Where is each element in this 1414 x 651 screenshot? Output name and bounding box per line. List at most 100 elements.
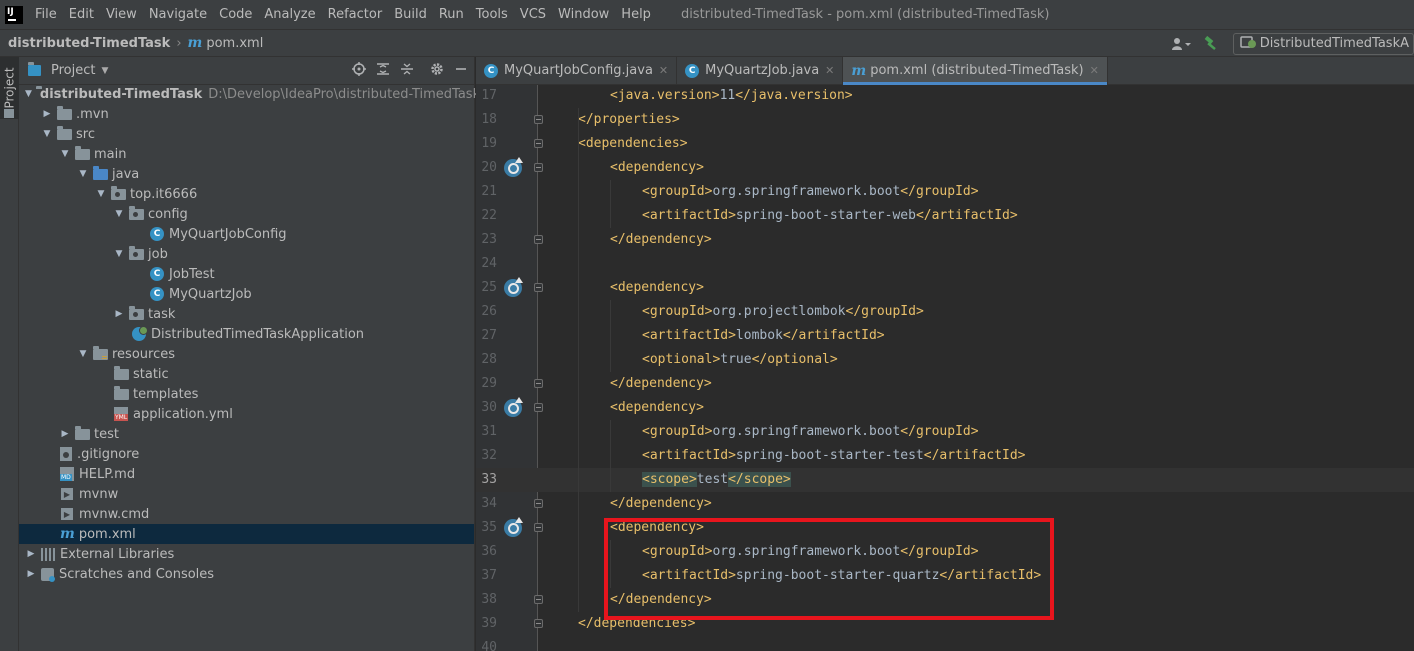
collapse-all-icon[interactable] xyxy=(400,62,414,80)
menu-vcs[interactable]: VCS xyxy=(514,0,552,29)
tree-item-mvnw-cmd[interactable]: ▶ mvnw.cmd xyxy=(19,504,474,524)
tree-item-mvnw[interactable]: ▶ mvnw xyxy=(19,484,474,504)
tree-item-test[interactable]: ▶ test xyxy=(19,424,474,444)
fold-toggle-icon[interactable] xyxy=(534,403,543,412)
breadcrumb-file[interactable]: pom.xml xyxy=(206,36,263,51)
fold-toggle-icon[interactable] xyxy=(534,595,543,604)
menu-refactor[interactable]: Refactor xyxy=(322,0,389,29)
project-view-title[interactable]: Project xyxy=(51,63,95,78)
tree-item-package[interactable]: ▼ top.it6666 xyxy=(19,184,474,204)
tree-item-static[interactable]: static xyxy=(19,364,474,384)
maven-dependency-gutter-icon[interactable] xyxy=(504,157,523,177)
tree-item-config-class[interactable]: C MyQuartJobConfig xyxy=(19,224,474,244)
tree-item-main[interactable]: ▼ main xyxy=(19,144,474,164)
menu-help[interactable]: Help xyxy=(615,0,657,29)
code-line[interactable]: 34 </dependency> xyxy=(476,492,1414,516)
code-line[interactable]: 18 </properties> xyxy=(476,108,1414,132)
tree-item-myquartzjob[interactable]: C MyQuartzJob xyxy=(19,284,474,304)
close-icon[interactable]: ✕ xyxy=(659,64,668,77)
run-configuration-selector[interactable]: DistributedTimedTaskA xyxy=(1232,32,1414,55)
chevron-down-icon[interactable]: ▼ xyxy=(113,209,125,219)
chevron-down-icon[interactable]: ▼ xyxy=(77,349,89,359)
fold-toggle-icon[interactable] xyxy=(534,499,543,508)
chevron-right-icon[interactable]: ▶ xyxy=(59,429,71,439)
tree-item-jobtest[interactable]: C JobTest xyxy=(19,264,474,284)
tab-pom-xml[interactable]: m pom.xml (distributed-TimedTask) ✕ xyxy=(843,57,1108,85)
code-line[interactable]: 33 <scope>test</scope> xyxy=(476,468,1414,492)
user-account-icon[interactable] xyxy=(1165,33,1197,55)
tab-myquartzjob[interactable]: C MyQuartzJob.java ✕ xyxy=(677,57,844,84)
tree-item-scratches[interactable]: ▶ Scratches and Consoles xyxy=(19,564,474,584)
minimize-icon[interactable] xyxy=(454,62,468,80)
code-line[interactable]: 40 xyxy=(476,636,1414,651)
breadcrumb-project[interactable]: distributed-TimedTask xyxy=(8,36,170,51)
code-line[interactable]: 24 xyxy=(476,252,1414,276)
menu-run[interactable]: Run xyxy=(433,0,470,29)
fold-toggle-icon[interactable] xyxy=(534,139,543,148)
chevron-down-icon[interactable]: ▼ xyxy=(95,189,107,199)
chevron-right-icon[interactable]: ▶ xyxy=(25,569,37,579)
chevron-down-icon[interactable]: ▼ xyxy=(113,249,125,259)
code-line[interactable]: 19 <dependencies> xyxy=(476,132,1414,156)
expand-all-icon[interactable] xyxy=(376,62,390,80)
code-line[interactable]: 26 <groupId>org.projectlombok</groupId> xyxy=(476,300,1414,324)
fold-toggle-icon[interactable] xyxy=(534,283,543,292)
menu-tools[interactable]: Tools xyxy=(470,0,514,29)
chevron-down-icon[interactable]: ▼ xyxy=(41,129,53,139)
close-icon[interactable]: ✕ xyxy=(1090,64,1099,77)
maven-dependency-gutter-icon[interactable] xyxy=(504,517,523,537)
tree-item-config[interactable]: ▼ config xyxy=(19,204,474,224)
code-line[interactable]: 21 <groupId>org.springframework.boot</gro… xyxy=(476,180,1414,204)
tree-item-project-root[interactable]: ▼ distributed-TimedTask D:\Develop\IdeaP… xyxy=(19,84,480,104)
menu-analyze[interactable]: Analyze xyxy=(258,0,321,29)
tree-item-task[interactable]: ▶ task xyxy=(19,304,474,324)
code-line[interactable]: 28 <optional>true</optional> xyxy=(476,348,1414,372)
tree-item-application-class[interactable]: DistributedTimedTaskApplication xyxy=(19,324,474,344)
tree-item-gitignore[interactable]: .gitignore xyxy=(19,444,474,464)
tree-item-external-libraries[interactable]: ▶ External Libraries xyxy=(19,544,474,564)
menu-edit[interactable]: Edit xyxy=(63,0,100,29)
maven-dependency-gutter-icon[interactable] xyxy=(504,397,523,417)
code-line[interactable]: 17 <java.version>11</java.version> xyxy=(476,85,1414,108)
fold-toggle-icon[interactable] xyxy=(534,379,543,388)
menu-build[interactable]: Build xyxy=(388,0,433,29)
tree-item-java[interactable]: ▼ java xyxy=(19,164,474,184)
tab-myquartjobconfig[interactable]: C MyQuartJobConfig.java ✕ xyxy=(476,57,678,84)
close-icon[interactable]: ✕ xyxy=(825,64,834,77)
chevron-down-icon[interactable]: ▼ xyxy=(25,89,32,99)
tree-item-pom-xml[interactable]: m pom.xml xyxy=(19,524,474,544)
tree-item-job[interactable]: ▼ job xyxy=(19,244,474,264)
locate-file-icon[interactable] xyxy=(352,62,366,80)
menu-window[interactable]: Window xyxy=(552,0,615,29)
fold-toggle-icon[interactable] xyxy=(534,523,543,532)
chevron-right-icon[interactable]: ▶ xyxy=(113,309,125,319)
tree-item-src[interactable]: ▼ src xyxy=(19,124,474,144)
menu-code[interactable]: Code xyxy=(213,0,258,29)
fold-toggle-icon[interactable] xyxy=(534,163,543,172)
code-line[interactable]: 29 </dependency> xyxy=(476,372,1414,396)
code-line[interactable]: 22 <artifactId>spring-boot-starter-web</a… xyxy=(476,204,1414,228)
structure-tool-icon[interactable] xyxy=(4,109,14,118)
menu-file[interactable]: File xyxy=(29,0,63,29)
tree-item-application-yml[interactable]: application.yml xyxy=(19,404,474,424)
code-line[interactable]: 31 <groupId>org.springframework.boot</gro… xyxy=(476,420,1414,444)
code-line[interactable]: 23 </dependency> xyxy=(476,228,1414,252)
chevron-right-icon[interactable]: ▶ xyxy=(25,549,37,559)
build-hammer-icon[interactable] xyxy=(1197,33,1225,55)
settings-gear-icon[interactable] xyxy=(430,62,444,80)
chevron-down-icon[interactable]: ▼ xyxy=(77,169,89,179)
code-line[interactable]: 27 <artifactId>lombok</artifactId> xyxy=(476,324,1414,348)
code-line[interactable]: 30 <dependency> xyxy=(476,396,1414,420)
tree-item-templates[interactable]: templates xyxy=(19,384,474,404)
menu-navigate[interactable]: Navigate xyxy=(143,0,213,29)
tree-item-mvn[interactable]: ▶ .mvn xyxy=(19,104,474,124)
maven-dependency-gutter-icon[interactable] xyxy=(504,277,523,297)
code-line[interactable]: 20 <dependency> xyxy=(476,156,1414,180)
chevron-down-icon[interactable]: ▼ xyxy=(59,149,71,159)
chevron-down-icon[interactable]: ▼ xyxy=(101,66,108,76)
fold-toggle-icon[interactable] xyxy=(534,115,543,124)
code-line[interactable]: 25 <dependency> xyxy=(476,276,1414,300)
tree-item-help-md[interactable]: HELP.md xyxy=(19,464,474,484)
fold-toggle-icon[interactable] xyxy=(534,235,543,244)
code-line[interactable]: 32 <artifactId>spring-boot-starter-test</… xyxy=(476,444,1414,468)
